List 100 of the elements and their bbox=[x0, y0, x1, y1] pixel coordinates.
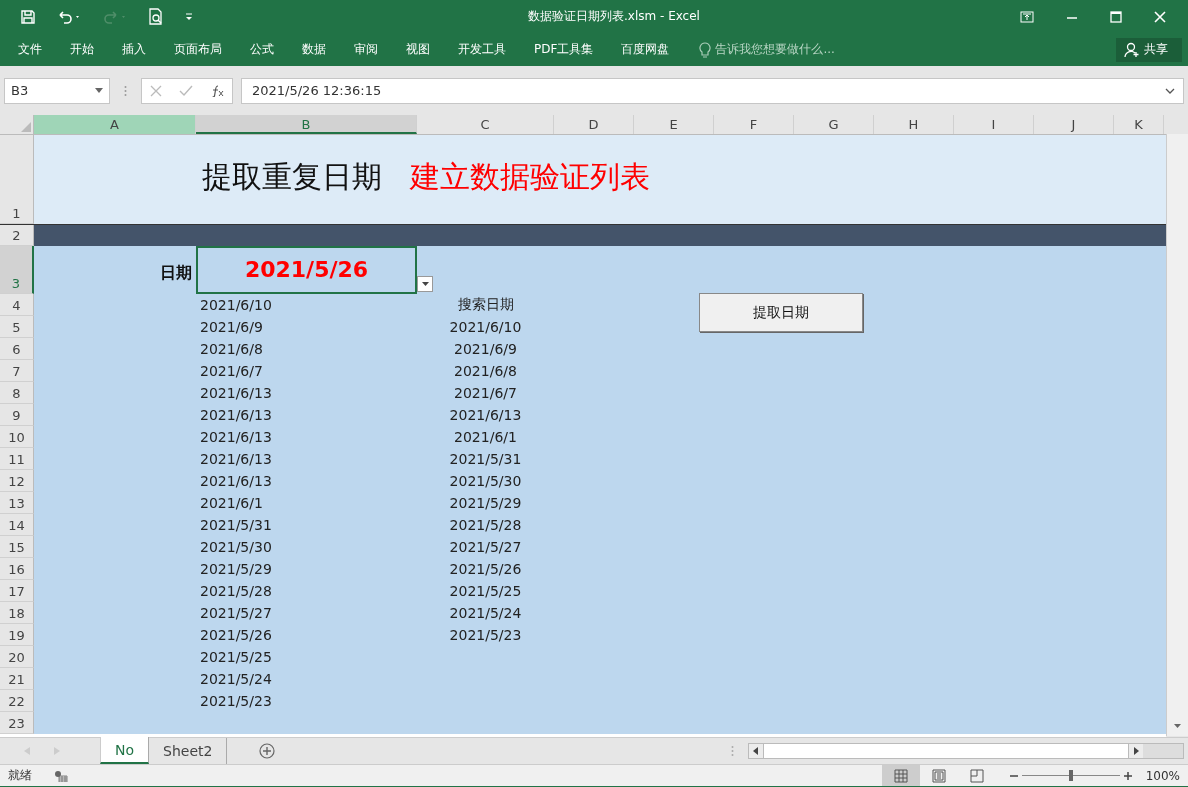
validation-dropdown[interactable] bbox=[417, 276, 433, 292]
row-header[interactable]: 7 bbox=[0, 360, 34, 382]
row-header[interactable]: 17 bbox=[0, 580, 34, 602]
column-header[interactable]: E bbox=[634, 115, 714, 134]
save-icon[interactable] bbox=[20, 8, 36, 25]
macro-record-icon[interactable] bbox=[54, 769, 68, 782]
date-cell: 2021/6/13 bbox=[200, 451, 272, 467]
date-cell: 2021/6/7 bbox=[454, 385, 517, 401]
date-cell: 2021/6/13 bbox=[200, 473, 272, 489]
sheet-title: 提取重复日期 bbox=[202, 158, 382, 196]
date-cell: 2021/6/9 bbox=[200, 319, 263, 335]
row-header[interactable]: 6 bbox=[0, 338, 34, 360]
ribbon-tab[interactable]: 页面布局 bbox=[174, 41, 222, 58]
horizontal-scrollbar[interactable] bbox=[748, 743, 1185, 759]
zoom-thumb[interactable] bbox=[1068, 770, 1073, 781]
row-header[interactable]: 13 bbox=[0, 492, 34, 514]
zoom-level[interactable]: 100% bbox=[1145, 768, 1180, 783]
date-cell: 2021/5/26 bbox=[449, 561, 522, 577]
column-header[interactable]: H bbox=[874, 115, 954, 134]
date-cell: 2021/6/13 bbox=[200, 429, 272, 445]
date-cell: 2021/5/27 bbox=[449, 539, 522, 555]
expand-caret-icon bbox=[1165, 87, 1175, 94]
tell-me-search[interactable]: 告诉我您想要做什么... bbox=[715, 41, 835, 58]
row-header[interactable]: 15 bbox=[0, 536, 34, 558]
row-header[interactable]: 9 bbox=[0, 404, 34, 426]
column-header[interactable]: D bbox=[554, 115, 634, 134]
date-cell: 2021/6/9 bbox=[454, 341, 517, 357]
date-cell: 2021/5/26 bbox=[200, 627, 272, 643]
normal-view-button[interactable] bbox=[881, 765, 920, 786]
ribbon-tab[interactable]: 视图 bbox=[406, 41, 430, 58]
column-header[interactable]: B bbox=[196, 115, 417, 134]
date-cell: 2021/5/24 bbox=[200, 671, 272, 687]
row-header[interactable]: 5 bbox=[0, 316, 34, 338]
maximize-icon[interactable] bbox=[1110, 10, 1122, 23]
row-header[interactable]: 3 bbox=[0, 246, 34, 294]
row-header[interactable]: 11 bbox=[0, 448, 34, 470]
print-preview-icon[interactable] bbox=[148, 7, 164, 26]
row-header[interactable]: 22 bbox=[0, 690, 34, 712]
sheet-tab[interactable]: No bbox=[100, 737, 150, 764]
close-icon[interactable] bbox=[1154, 10, 1166, 23]
row-header[interactable]: 21 bbox=[0, 668, 34, 690]
share-button[interactable]: 共享 bbox=[1116, 37, 1182, 62]
date-cell: 2021/6/13 bbox=[449, 407, 522, 423]
row-header[interactable]: 14 bbox=[0, 514, 34, 536]
vertical-scrollbar[interactable] bbox=[1166, 134, 1188, 736]
zoom-in-icon bbox=[1123, 771, 1132, 780]
ribbon-tab[interactable]: 公式 bbox=[250, 41, 274, 58]
date-cell: 2021/6/13 bbox=[200, 407, 272, 423]
row-header[interactable]: 23 bbox=[0, 712, 34, 734]
date-cell: 2021/5/30 bbox=[200, 539, 272, 555]
date-cell: 2021/5/25 bbox=[449, 583, 522, 599]
row-header[interactable]: 8 bbox=[0, 382, 34, 404]
row-header[interactable]: 1 bbox=[0, 135, 34, 224]
date-cell: 2021/5/29 bbox=[200, 561, 272, 577]
row-header[interactable]: 4 bbox=[0, 294, 34, 316]
row-header[interactable]: 12 bbox=[0, 470, 34, 492]
grid-icon bbox=[893, 768, 908, 783]
corner-triangle-icon bbox=[21, 122, 31, 132]
row-header[interactable]: 10 bbox=[0, 426, 34, 448]
formula-input[interactable]: 2021/5/26 12:36:15 bbox=[241, 77, 1184, 104]
checkmark-icon[interactable] bbox=[179, 84, 193, 97]
extract-dates-button[interactable]: 提取日期 bbox=[699, 293, 863, 332]
ribbon-tab[interactable]: 开发工具 bbox=[458, 41, 506, 58]
column-header[interactable]: K bbox=[1114, 115, 1164, 134]
date-cell: 2021/6/10 bbox=[200, 297, 272, 313]
page-icon bbox=[931, 768, 946, 783]
row-header[interactable]: 19 bbox=[0, 624, 34, 646]
column-header[interactable]: A bbox=[34, 115, 196, 134]
ribbon-tab[interactable]: 插入 bbox=[122, 41, 146, 58]
dropdown-caret-icon bbox=[95, 88, 103, 93]
customize-caret-icon[interactable] bbox=[184, 11, 194, 22]
ribbon-display-icon[interactable] bbox=[1020, 10, 1034, 23]
column-header[interactable]: C bbox=[417, 115, 554, 134]
date-cell: 搜索日期 bbox=[457, 296, 514, 314]
ribbon-tab[interactable]: 百度网盘 bbox=[621, 41, 670, 58]
sheet-subtitle: 建立数据验证列表 bbox=[410, 158, 650, 196]
date-cell: 2021/5/25 bbox=[200, 649, 272, 665]
ribbon-tab[interactable]: 数据 bbox=[302, 41, 326, 58]
add-sheet-icon[interactable] bbox=[259, 743, 276, 759]
date-cell: 2021/6/8 bbox=[454, 363, 517, 379]
column-header[interactable]: G bbox=[794, 115, 874, 134]
row-header[interactable]: 18 bbox=[0, 602, 34, 624]
column-header[interactable]: J bbox=[1034, 115, 1114, 134]
ribbon-tab[interactable]: 开始 bbox=[70, 41, 94, 58]
undo-icon[interactable] bbox=[56, 8, 82, 25]
date-cell: 2021/5/23 bbox=[449, 627, 522, 643]
column-header[interactable]: F bbox=[714, 115, 794, 134]
scroll-left-icon bbox=[749, 744, 764, 758]
splitter-grip-icon[interactable] bbox=[731, 745, 735, 757]
dropdown-caret-icon bbox=[421, 282, 429, 286]
row-header[interactable]: 16 bbox=[0, 558, 34, 580]
column-header[interactable]: I bbox=[954, 115, 1034, 134]
row-header[interactable]: 2 bbox=[0, 225, 34, 246]
ribbon-tab[interactable]: 审阅 bbox=[354, 41, 378, 58]
ribbon-tab[interactable]: PDF工具集 bbox=[534, 41, 594, 58]
row-header[interactable]: 20 bbox=[0, 646, 34, 668]
scroll-thumb[interactable] bbox=[763, 744, 1130, 758]
page-break-icon bbox=[969, 768, 984, 783]
name-box[interactable]: B3 bbox=[4, 77, 110, 104]
ribbon-tab[interactable]: 文件 bbox=[18, 41, 42, 58]
